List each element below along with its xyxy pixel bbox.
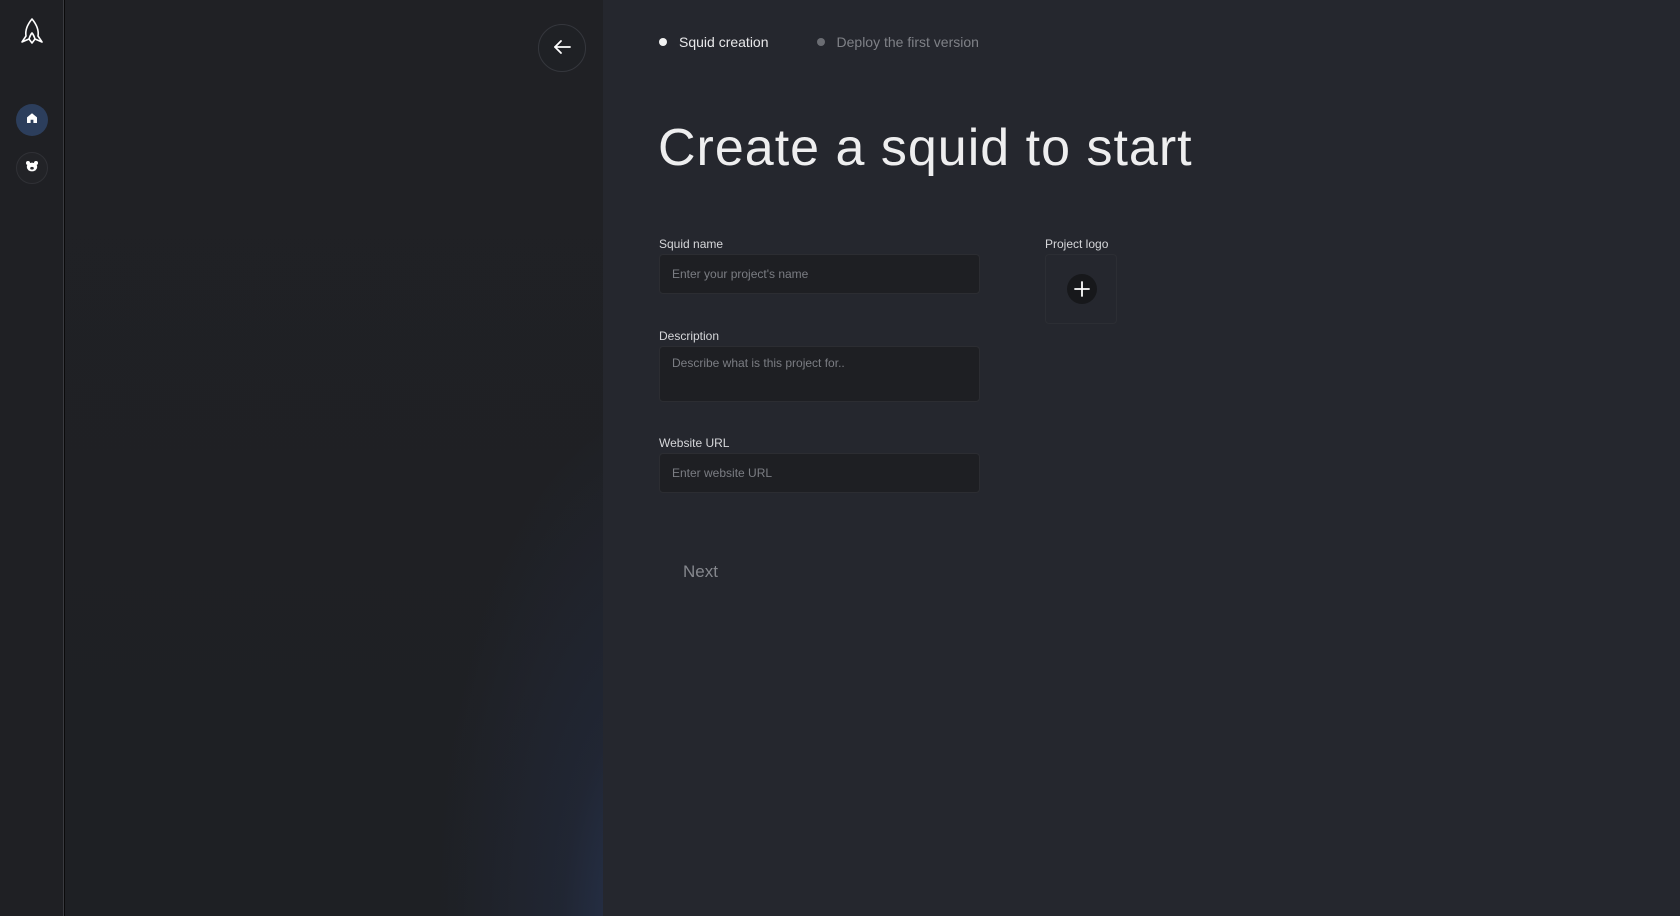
step-label: Deploy the first version — [836, 34, 979, 50]
sidebar-item-squids[interactable] — [16, 152, 48, 184]
main-content: Squid creation Deploy the first version … — [603, 0, 1680, 916]
squid-logo-icon[interactable] — [19, 17, 45, 45]
step-deploy: Deploy the first version — [816, 34, 979, 50]
plus-icon[interactable] — [1067, 274, 1097, 304]
website-url-label: Website URL — [659, 436, 730, 450]
squid-name-input[interactable] — [659, 254, 980, 294]
back-button[interactable] — [538, 24, 586, 72]
squid-name-label: Squid name — [659, 237, 724, 251]
decorative-panel — [65, 0, 603, 916]
app-window: Squid creation Deploy the first version … — [0, 0, 1680, 916]
project-logo-label: Project logo — [1045, 237, 1109, 251]
stepper: Squid creation Deploy the first version — [659, 34, 979, 50]
description-label: Description — [659, 329, 720, 343]
step-squid-creation: Squid creation — [659, 34, 769, 50]
step-dot — [659, 38, 667, 46]
step-dot — [816, 38, 825, 46]
step-label: Squid creation — [679, 34, 769, 50]
home-icon — [26, 111, 38, 129]
bear-icon — [25, 159, 39, 177]
page-title: Create a squid to start — [658, 119, 1193, 177]
sidebar-rail — [0, 0, 64, 916]
project-logo-upload[interactable] — [1045, 254, 1117, 324]
website-url-input[interactable] — [659, 453, 980, 493]
arrow-left-icon — [553, 39, 571, 58]
sidebar-item-home[interactable] — [16, 104, 48, 136]
next-button[interactable]: Next — [683, 562, 718, 582]
description-input[interactable] — [659, 346, 980, 402]
